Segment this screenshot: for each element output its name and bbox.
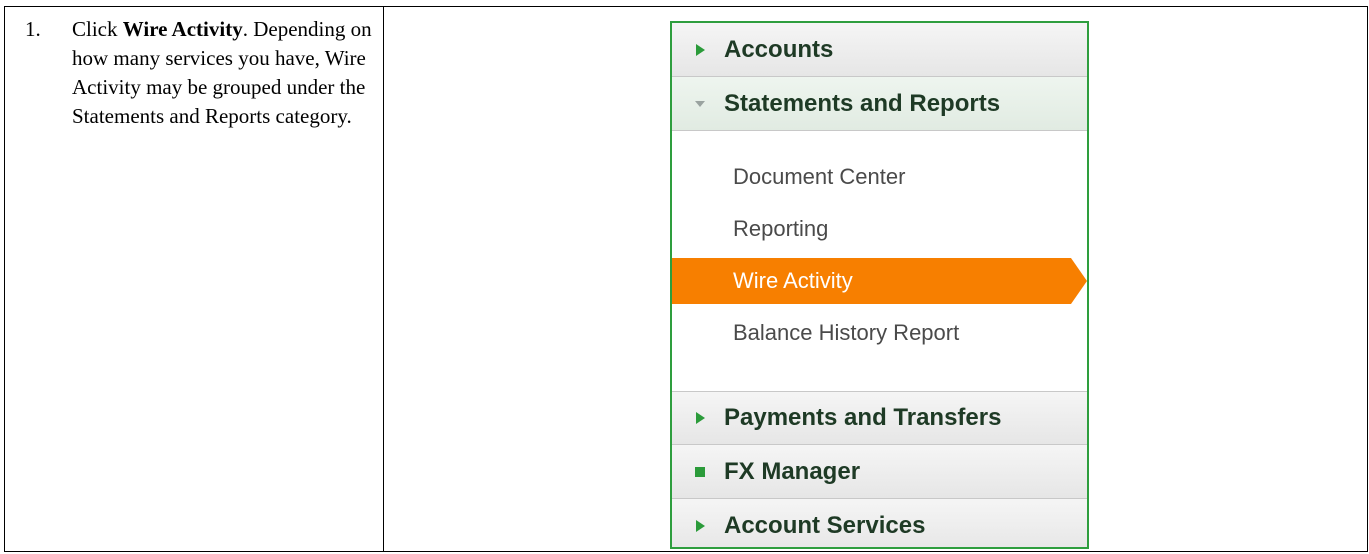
right-arrow-icon — [695, 43, 705, 56]
instruction-cell: 1. Click Wire Activity. Depending on how… — [5, 7, 384, 551]
instruction-step: 1. Click Wire Activity. Depending on how… — [25, 15, 377, 131]
menu-section-label: Payments and Transfers — [724, 404, 1002, 431]
menu-section-label: Account Services — [724, 512, 926, 539]
menu-section-label: Statements and Reports — [724, 89, 1001, 117]
menu-item-balance-history-report[interactable]: Balance History Report — [672, 310, 1087, 356]
menu-section-statements-and-reports[interactable]: Statements and Reports — [672, 77, 1087, 131]
step-text: Click Wire Activity. Depending on how ma… — [72, 15, 377, 131]
menu-section-accounts[interactable]: Accounts — [672, 23, 1087, 77]
menu-section-account-services[interactable]: Account Services — [672, 499, 1087, 547]
menu-section-fx-manager[interactable]: FX Manager — [672, 445, 1087, 499]
step-number: 1. — [25, 17, 41, 41]
menu-item-document-center[interactable]: Document Center — [672, 154, 1087, 200]
screenshot-cell: Accounts Statements and Reports Document… — [384, 7, 1367, 551]
menu-section-payments-and-transfers[interactable]: Payments and Transfers — [672, 391, 1087, 445]
menu-section-label: FX Manager — [724, 457, 861, 485]
menu-section-label: Accounts — [724, 35, 834, 63]
instruction-table: 1. Click Wire Activity. Depending on how… — [4, 6, 1368, 552]
right-arrow-icon — [695, 412, 705, 424]
navigation-menu: Accounts Statements and Reports Document… — [670, 21, 1089, 549]
right-arrow-icon — [695, 520, 705, 532]
step-prefix: Click — [72, 17, 123, 41]
down-arrow-icon — [695, 100, 705, 107]
square-icon — [695, 466, 705, 477]
step-bold-target: Wire Activity — [122, 17, 243, 41]
menu-item-wire-activity[interactable]: Wire Activity — [672, 258, 1087, 304]
menu-item-reporting[interactable]: Reporting — [672, 206, 1087, 252]
